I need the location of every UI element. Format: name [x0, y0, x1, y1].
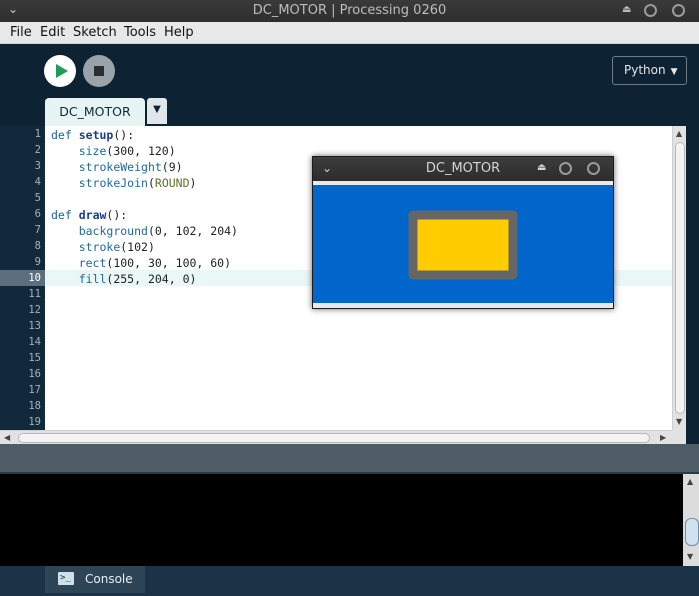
line-number: 18 [28, 400, 41, 412]
menu-help[interactable]: Help [164, 25, 194, 40]
code-line: strokeWeight(9) [78, 160, 183, 174]
mode-label: Python [624, 63, 666, 77]
close-button[interactable] [672, 4, 685, 17]
code-line: stroke(102) [78, 240, 155, 254]
line-number: 14 [28, 336, 41, 348]
canvas-rectangle [408, 210, 518, 280]
menu-sketch[interactable]: Sketch [73, 25, 117, 40]
close-button[interactable] [587, 162, 600, 175]
scroll-thumb[interactable] [18, 433, 650, 443]
code-line: fill(255, 204, 0) [78, 272, 197, 286]
tab-dc-motor[interactable]: DC_MOTOR [45, 98, 145, 126]
menu-tools[interactable]: Tools [124, 25, 156, 40]
terminal-icon: >_ [58, 572, 74, 585]
canvas-top-strip [313, 181, 613, 185]
line-number-current: 10 [28, 272, 41, 284]
line-number: 15 [28, 352, 41, 364]
line-number-gutter: 1 2 3 4 5 6 7 8 9 10 11 12 13 14 15 16 1… [0, 126, 45, 430]
scroll-up-arrow-icon[interactable]: ▲ [687, 477, 693, 486]
status-bar [0, 444, 699, 472]
editor-vertical-scrollbar[interactable]: ▲ ▼ [672, 126, 686, 430]
minimize-button[interactable] [644, 4, 657, 17]
line-number: 3 [34, 160, 41, 172]
line-number: 16 [28, 368, 41, 380]
console-scrollbar[interactable]: ▲ ▼ [683, 474, 699, 566]
scroll-thumb[interactable] [675, 142, 685, 414]
minimize-button[interactable] [559, 162, 572, 175]
sketch-window: ⌄ DC_MOTOR ⏏ [312, 156, 614, 309]
line-number: 8 [34, 240, 41, 252]
mode-selector[interactable]: Python ▼ [612, 56, 687, 85]
sketch-titlebar: ⌄ DC_MOTOR ⏏ [313, 157, 613, 181]
line-number: 7 [34, 224, 41, 236]
menu-file[interactable]: File [10, 25, 32, 40]
menu-bar: File Edit Sketch Tools Help [0, 22, 699, 44]
eject-icon[interactable]: ⏏ [537, 162, 546, 173]
menu-edit[interactable]: Edit [40, 25, 65, 40]
code-line: background(0, 102, 204) [78, 224, 238, 238]
line-number: 1 [34, 128, 41, 140]
window-titlebar: ⌄ DC_MOTOR | Processing 0260 ⏏ [0, 0, 699, 22]
line-number: 19 [28, 416, 41, 428]
scroll-left-arrow-icon[interactable]: ◀ [4, 433, 10, 442]
scroll-down-arrow-icon[interactable]: ▼ [676, 417, 682, 426]
code-line: rect(100, 30, 100, 60) [78, 256, 232, 270]
sketch-canvas [313, 181, 613, 303]
window-title: DC_MOTOR | Processing 0260 [252, 3, 447, 18]
line-number: 12 [28, 304, 41, 316]
scroll-up-arrow-icon[interactable]: ▲ [676, 129, 682, 138]
code-line: strokeJoin(ROUND) [78, 176, 197, 190]
console-tab[interactable]: >_ Console [45, 566, 145, 593]
line-number: 11 [28, 288, 41, 300]
scroll-right-arrow-icon[interactable]: ▶ [660, 433, 666, 442]
code-line: def setup(): [51, 128, 135, 142]
scroll-down-arrow-icon[interactable]: ▼ [687, 552, 693, 561]
scroll-corner [672, 430, 686, 444]
toolbar: Python ▼ [0, 44, 699, 98]
tab-menu-button[interactable]: ▼ [147, 98, 167, 124]
code-line: size(300, 120) [78, 144, 176, 158]
console-tab-label: Console [85, 572, 133, 586]
line-number: 6 [34, 208, 41, 220]
line-number: 13 [28, 320, 41, 332]
line-number: 9 [34, 256, 41, 268]
line-number: 4 [34, 176, 41, 188]
line-number: 17 [28, 384, 41, 396]
mode-arrow-icon: ▼ [670, 67, 678, 77]
eject-icon[interactable]: ⏏ [622, 4, 631, 15]
line-number: 2 [34, 144, 41, 156]
scroll-thumb[interactable] [685, 518, 699, 546]
run-button[interactable] [44, 55, 76, 87]
tab-strip: DC_MOTOR ▼ [0, 98, 699, 126]
line-number: 5 [34, 192, 41, 204]
code-line: def draw(): [51, 208, 128, 222]
footer-bar: >_ Console [0, 566, 699, 596]
stop-button[interactable] [83, 55, 115, 87]
console-output[interactable] [0, 474, 683, 566]
editor-horizontal-scrollbar[interactable]: ◀ ▶ [0, 430, 672, 444]
